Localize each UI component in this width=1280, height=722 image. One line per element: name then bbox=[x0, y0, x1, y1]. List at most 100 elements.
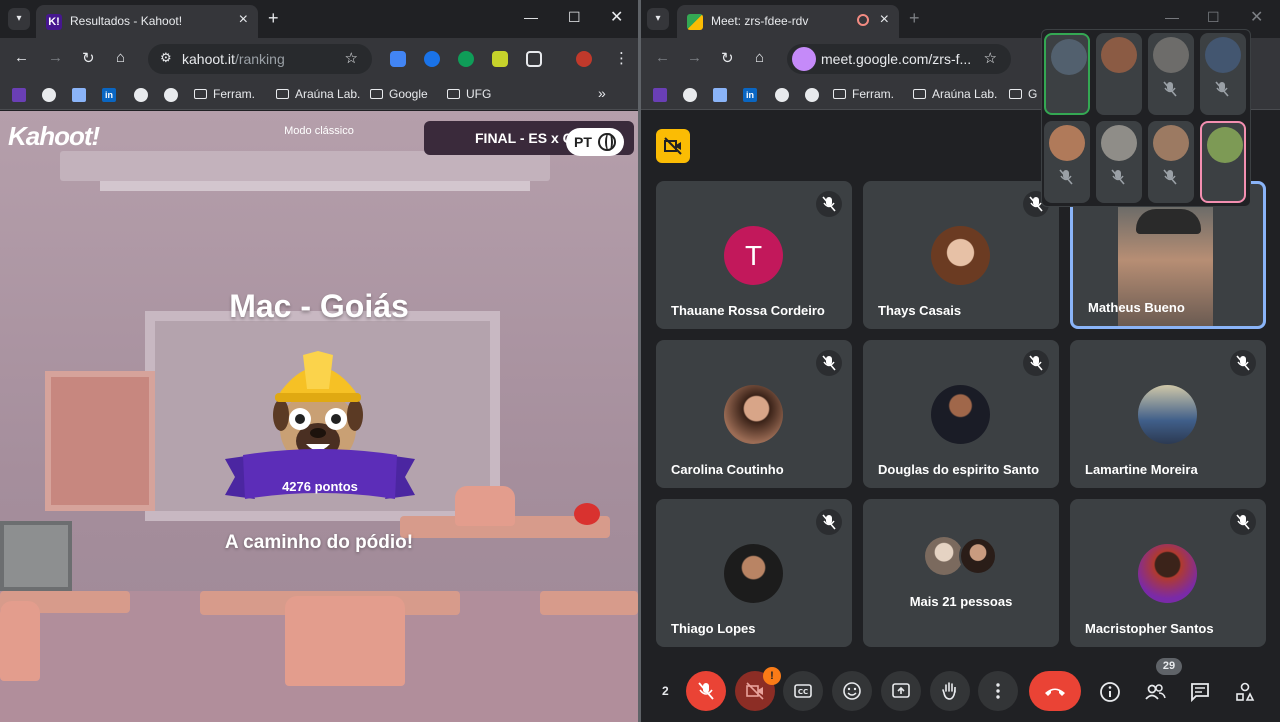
close-window-icon[interactable]: ✕ bbox=[610, 7, 623, 27]
mini-tile[interactable] bbox=[1148, 33, 1194, 115]
mini-tile[interactable] bbox=[1096, 33, 1142, 115]
mini-tile[interactable] bbox=[1044, 33, 1090, 115]
globe-bookmark-icon[interactable] bbox=[164, 88, 178, 102]
mini-tile[interactable] bbox=[1200, 121, 1246, 203]
camera-toggle-button[interactable]: ! bbox=[735, 667, 781, 711]
bookmark-folder-arauna[interactable]: Araúna Lab. bbox=[913, 87, 997, 101]
participant-name: Macristopher Santos bbox=[1085, 621, 1214, 636]
muted-mic-icon bbox=[1059, 169, 1073, 185]
globe-bookmark-icon[interactable] bbox=[134, 88, 148, 102]
bookmark-label: UFG bbox=[466, 87, 492, 101]
tab-search-button[interactable]: ▾ bbox=[8, 8, 30, 30]
globe-bookmark-icon[interactable] bbox=[805, 88, 819, 102]
globe-bookmark-icon[interactable] bbox=[42, 88, 56, 102]
camera-alert-badge: ! bbox=[763, 667, 781, 685]
maximize-icon[interactable]: ☐ bbox=[1207, 9, 1220, 26]
linkedin-icon[interactable]: in bbox=[102, 88, 116, 102]
folder-icon bbox=[447, 89, 460, 99]
close-window-icon[interactable]: ✕ bbox=[1250, 7, 1263, 27]
forward-icon[interactable]: → bbox=[48, 49, 63, 66]
tab-search-button[interactable]: ▾ bbox=[647, 8, 669, 30]
raise-hand-button[interactable] bbox=[930, 671, 970, 711]
bookmark-folder-g[interactable]: G bbox=[1009, 87, 1037, 101]
captions-button[interactable]: CC bbox=[783, 671, 823, 711]
bookmark-folder-arauna[interactable]: Araúna Lab. bbox=[276, 87, 360, 101]
mini-tile[interactable] bbox=[1096, 121, 1142, 203]
mini-tile[interactable] bbox=[1200, 33, 1246, 115]
muted-mic-icon bbox=[1230, 350, 1256, 376]
participant-tile[interactable]: Thiago Lopes bbox=[656, 499, 852, 647]
yahoo-mail-icon[interactable] bbox=[12, 88, 26, 102]
globe-bookmark-icon[interactable] bbox=[683, 88, 697, 102]
no-video-icon bbox=[664, 137, 682, 155]
meeting-info-icon[interactable] bbox=[1099, 681, 1121, 703]
mail-bookmark-icon[interactable] bbox=[713, 88, 727, 102]
participant-name: Douglas do espirito Santo bbox=[878, 462, 1040, 477]
present-screen-button[interactable] bbox=[881, 671, 921, 711]
tab-kahoot[interactable]: K! Resultados - Kahoot! × bbox=[36, 5, 258, 38]
back-icon[interactable]: ← bbox=[14, 49, 29, 66]
bookmark-star-icon[interactable]: ☆ bbox=[345, 49, 358, 67]
camera-off-badge[interactable] bbox=[656, 129, 690, 163]
mini-tile[interactable] bbox=[1044, 121, 1090, 203]
translate-extension-icon[interactable] bbox=[390, 51, 406, 67]
image-extension-icon[interactable] bbox=[492, 51, 508, 67]
participant-tile[interactable]: T Thauane Rossa Cordeiro bbox=[656, 181, 852, 329]
reload-icon[interactable]: ↻ bbox=[82, 49, 95, 67]
forward-icon[interactable]: → bbox=[687, 49, 702, 66]
bookmark-folder-ferram[interactable]: Ferram. bbox=[833, 87, 894, 101]
meeting-controls-bar: 2 ! CC 29 bbox=[641, 650, 1280, 722]
back-icon[interactable]: ← bbox=[655, 49, 670, 66]
minimize-icon[interactable]: — bbox=[1165, 9, 1179, 25]
tab-meet[interactable]: Meet: zrs-fdee-rdv × bbox=[677, 5, 899, 38]
microphone-in-use-icon[interactable] bbox=[792, 47, 816, 71]
site-info-icon[interactable]: ⚙ bbox=[160, 50, 172, 66]
mini-tile[interactable] bbox=[1148, 121, 1194, 203]
extensions-puzzle-icon[interactable] bbox=[526, 51, 542, 67]
new-tab-icon[interactable]: + bbox=[268, 8, 279, 29]
participant-tile[interactable]: Thays Casais bbox=[863, 181, 1059, 329]
activities-icon[interactable] bbox=[1234, 681, 1256, 703]
more-options-button[interactable] bbox=[978, 671, 1018, 711]
home-icon[interactable]: ⌂ bbox=[116, 49, 125, 66]
points-ribbon bbox=[225, 449, 415, 499]
linkedin-icon[interactable]: in bbox=[743, 88, 757, 102]
home-icon[interactable]: ⌂ bbox=[755, 49, 764, 66]
close-tab-icon[interactable]: × bbox=[880, 11, 889, 29]
shield-extension-icon[interactable] bbox=[424, 51, 440, 67]
mail-bookmark-icon[interactable] bbox=[72, 88, 86, 102]
more-participants-tile[interactable]: Mais 21 pessoas bbox=[863, 499, 1059, 647]
people-icon[interactable] bbox=[1144, 681, 1166, 703]
avatar bbox=[931, 226, 990, 285]
participant-tile[interactable]: Douglas do espirito Santo bbox=[863, 340, 1059, 488]
address-bar[interactable]: meet.google.com/zrs-f... ☆ bbox=[787, 44, 1011, 74]
reload-icon[interactable]: ↻ bbox=[721, 49, 734, 67]
chat-icon[interactable] bbox=[1189, 681, 1211, 703]
bookmark-folder-ferram[interactable]: Ferram. bbox=[194, 87, 255, 101]
mic-toggle-button[interactable] bbox=[686, 671, 726, 711]
bookmark-folder-google[interactable]: Google bbox=[370, 87, 428, 101]
participant-tile[interactable]: Lamartine Moreira bbox=[1070, 340, 1266, 488]
participant-name: Lamartine Moreira bbox=[1085, 462, 1198, 477]
recycle-extension-icon[interactable] bbox=[458, 51, 474, 67]
language-code: PT bbox=[574, 134, 592, 150]
bookmark-folder-ufg[interactable]: UFG bbox=[447, 87, 491, 101]
leave-call-button[interactable] bbox=[1029, 671, 1081, 711]
address-bar[interactable]: ⚙ kahoot.it/ranking ☆ bbox=[148, 44, 372, 74]
menu-dots-icon[interactable]: ⋮ bbox=[614, 49, 629, 67]
maximize-icon[interactable]: ☐ bbox=[568, 9, 581, 26]
minimize-icon[interactable]: — bbox=[524, 9, 538, 25]
close-tab-icon[interactable]: × bbox=[239, 11, 248, 29]
url-host: kahoot.it bbox=[182, 51, 235, 67]
profile-avatar[interactable] bbox=[576, 51, 592, 67]
globe-bookmark-icon[interactable] bbox=[775, 88, 789, 102]
more-bookmarks-icon[interactable]: » bbox=[598, 85, 606, 101]
language-selector[interactable]: PT bbox=[566, 128, 624, 156]
participant-tile[interactable]: Carolina Coutinho bbox=[656, 340, 852, 488]
ceiling-light bbox=[60, 151, 550, 181]
new-tab-icon[interactable]: + bbox=[909, 8, 920, 29]
bookmark-star-icon[interactable]: ☆ bbox=[984, 49, 997, 67]
yahoo-mail-icon[interactable] bbox=[653, 88, 667, 102]
reactions-button[interactable] bbox=[832, 671, 872, 711]
participant-tile[interactable]: Macristopher Santos bbox=[1070, 499, 1266, 647]
